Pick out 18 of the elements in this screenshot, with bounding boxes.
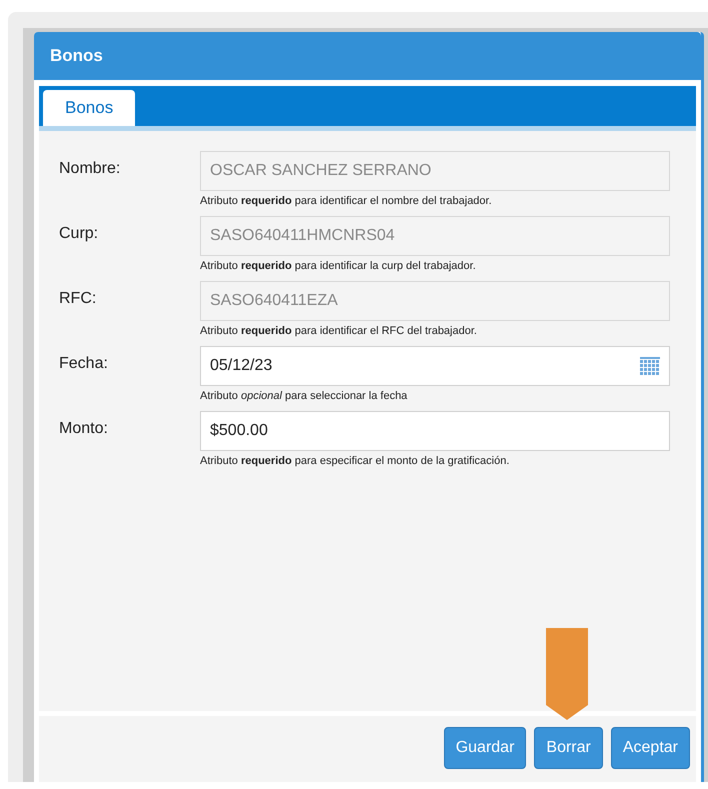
field-label: Fecha:	[59, 354, 109, 374]
dialog-title: Bonos	[50, 45, 103, 68]
field-hint: Atributo requerido para identificar el RFC del trabajador.	[200, 324, 478, 338]
field-label: Monto:	[59, 419, 109, 439]
input-field[interactable]: $500.00	[200, 411, 670, 451]
dialog-button[interactable]: Guardar	[444, 727, 526, 769]
field-hint: Atributo requerido para identificar la curp del trabajador.	[200, 259, 477, 273]
field-hint: Atributo requerido para identificar el nombre del trabajador.	[200, 194, 493, 208]
field-label: RFC:	[59, 289, 98, 309]
field-label: Nombre:	[59, 159, 122, 179]
field-hint: Atributo requerido para especificar el monto de la gratificación.	[200, 454, 510, 468]
dialog-button[interactable]: Borrar	[534, 727, 603, 769]
calendar-icon[interactable]	[640, 356, 660, 376]
field-label: Curp:	[59, 224, 100, 244]
tab[interactable]: Bonos	[43, 90, 136, 126]
input-field[interactable]: 05/12/23	[200, 346, 670, 386]
dialog-button[interactable]: Aceptar	[610, 727, 690, 769]
field-hint: Atributo opcional para seleccionar la fecha	[200, 389, 408, 403]
